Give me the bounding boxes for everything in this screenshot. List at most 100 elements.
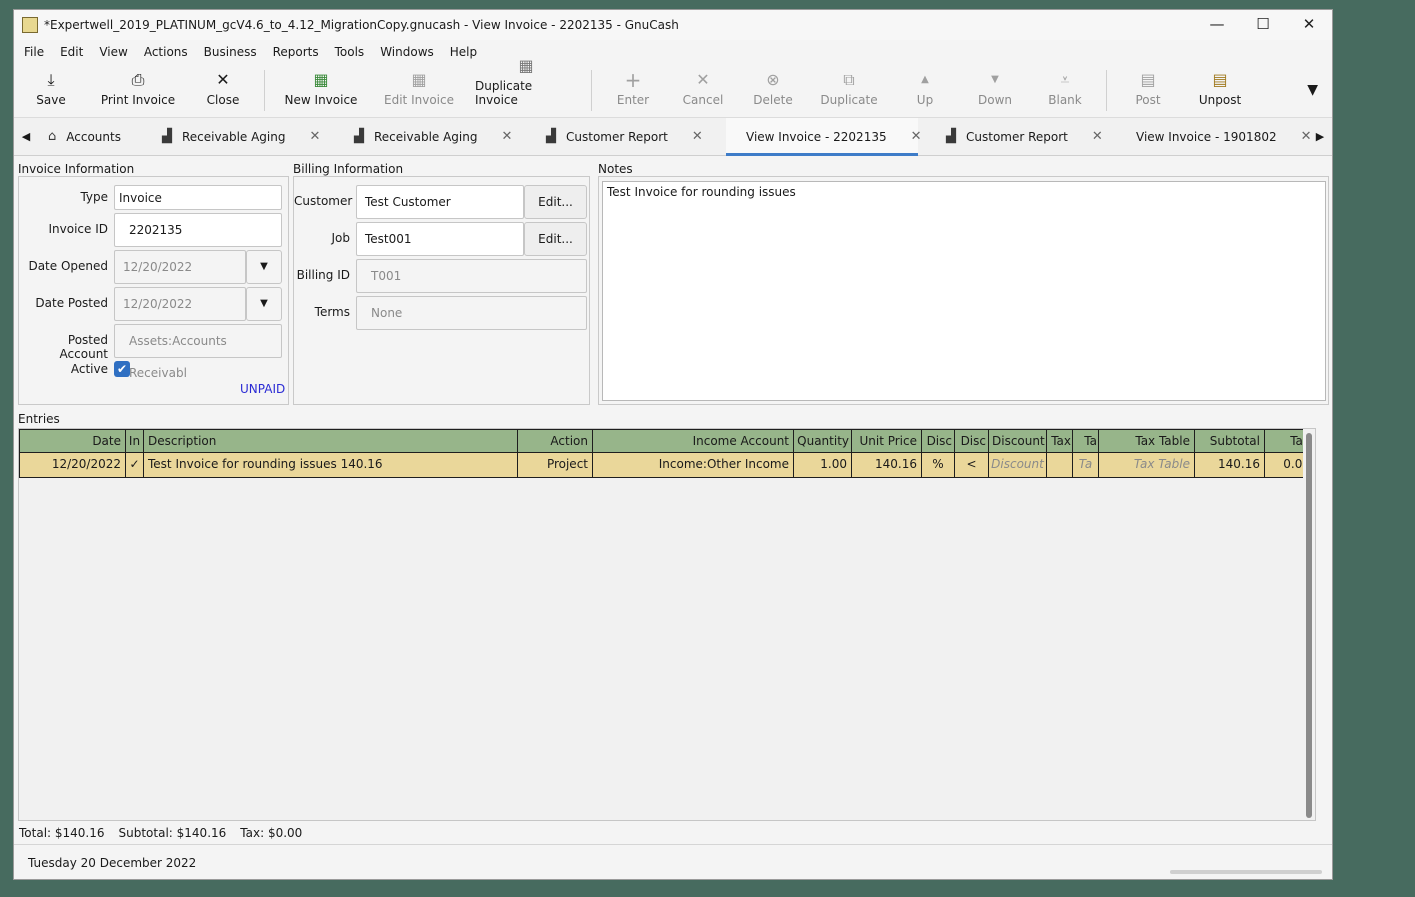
edit-invoice-button[interactable]: ▦ Edit Invoice [371,64,467,117]
menu-edit[interactable]: Edit [52,45,91,59]
entry-subtotal[interactable]: 140.16 [1195,453,1265,477]
tab-close-icon[interactable]: ✕ [309,129,320,144]
posted-account-field[interactable]: Assets:Accounts Receivabl [114,324,282,380]
date-opened-field[interactable]: 12/20/2022 [114,250,246,284]
entry-disc-how[interactable]: < [955,453,989,477]
entry-income-account[interactable]: Income:Other Income [593,453,794,477]
entry-taxable[interactable] [1047,453,1073,477]
menu-view[interactable]: View [91,45,135,59]
col-quantity[interactable]: Quantity [794,430,852,452]
job-field[interactable]: Test001 [356,222,524,256]
customer-field[interactable]: Test Customer [356,185,524,219]
tab-scroll-right-icon[interactable]: ▶ [1308,118,1332,155]
tab-accounts[interactable]: ⌂ Accounts [38,118,152,155]
blank-button[interactable]: ⩡ Blank [1030,64,1100,117]
entry-quantity[interactable]: 1.00 [794,453,852,477]
entry-description[interactable]: Test Invoice for rounding issues 140.16 [144,453,518,477]
tab-close-icon[interactable]: ✕ [692,129,703,144]
tab-close-icon[interactable]: ✕ [1092,129,1103,144]
toolbar-overflow-icon[interactable]: ▼ [1307,82,1318,98]
minimize-button[interactable]: — [1194,10,1240,40]
entry-discount[interactable]: Discount [989,453,1047,477]
tab-customer-report-1[interactable]: ▟ Customer Report ✕ [536,118,726,155]
maximize-button[interactable]: ☐ [1240,10,1286,40]
entries-scrollbar[interactable] [1303,429,1315,820]
tab-scroll-left-icon[interactable]: ◀ [14,118,38,155]
tab-view-invoice-1901802[interactable]: View Invoice - 1901802 ✕ [1110,118,1312,155]
duplicate-invoice-button[interactable]: ▦ Duplicate Invoice [467,56,585,117]
menu-tools[interactable]: Tools [327,45,373,59]
menu-actions[interactable]: Actions [136,45,196,59]
col-tax-table[interactable]: Tax Table [1099,430,1195,452]
billing-id-field[interactable]: T001 [356,259,587,293]
billing-id-label: Billing ID [296,268,350,282]
delete-button[interactable]: ⊗ Delete [738,64,808,117]
terms-field[interactable]: None [356,296,587,330]
terms-label: Terms [314,305,350,319]
edit-job-button[interactable]: Edit... [524,222,587,256]
date-opened-calendar-icon[interactable]: ▼ [246,250,282,284]
up-button[interactable]: ▲ Up [890,64,960,117]
down-button[interactable]: ▼ Down [960,64,1030,117]
menu-file[interactable]: File [16,45,52,59]
tab-close-icon[interactable]: ✕ [1301,129,1312,144]
entry-disc-type[interactable]: % [922,453,955,477]
duplicate-button[interactable]: ⧉ Duplicate [808,64,890,117]
entry-action[interactable]: Project [518,453,593,477]
entry-tax-included[interactable]: Ta [1073,453,1099,477]
toolbar-separator [591,70,592,111]
col-discount[interactable]: Discount [989,430,1047,452]
type-field[interactable]: Invoice [114,185,282,210]
entry-tax-table[interactable]: Tax Table [1099,453,1195,477]
date-posted-calendar-icon[interactable]: ▼ [246,287,282,321]
enter-button[interactable]: + Enter [598,64,668,117]
col-taxable[interactable]: Tax [1047,430,1073,452]
close-window-button[interactable]: ✕ [1286,10,1332,40]
col-action[interactable]: Action [518,430,593,452]
menu-business[interactable]: Business [196,45,265,59]
customer-label: Customer [294,194,353,208]
new-invoice-button[interactable]: ▦ New Invoice [271,64,371,117]
col-income-account[interactable]: Income Account [593,430,794,452]
tab-receivable-aging-1[interactable]: ▟ Receivable Aging ✕ [152,118,344,155]
table-row[interactable]: 12/20/2022 ✓ Test Invoice for rounding i… [19,453,1315,478]
col-disc-how[interactable]: Disc [955,430,989,452]
tab-receivable-aging-2[interactable]: ▟ Receivable Aging ✕ [344,118,536,155]
post-button[interactable]: ▤ Post [1113,64,1183,117]
menu-help[interactable]: Help [442,45,485,59]
menu-windows[interactable]: Windows [372,45,442,59]
col-description[interactable]: Description [144,430,518,452]
title-bar[interactable]: *Expertwell_2019_PLATINUM_gcV4.6_to_4.12… [14,10,1332,40]
edit-invoice-icon: ▦ [411,70,427,89]
col-date[interactable]: Date [20,430,126,452]
x-icon: ✕ [696,70,710,89]
invoice-id-field[interactable]: 2202135 [114,213,282,247]
cancel-button[interactable]: ✕ Cancel [668,64,738,117]
col-unit-price[interactable]: Unit Price [852,430,922,452]
col-tax-included[interactable]: Ta [1073,430,1099,452]
notes-textarea[interactable]: Test Invoice for rounding issues [602,181,1326,401]
tab-close-icon[interactable]: ✕ [501,129,512,144]
scrollbar-thumb[interactable] [1306,433,1312,818]
unpost-button[interactable]: ▤ Unpost [1183,64,1257,117]
col-disc-type[interactable]: Disc [922,430,955,452]
tab-view-invoice-2202135[interactable]: View Invoice - 2202135 ✕ [726,118,922,156]
active-checkbox[interactable]: ✔ [114,361,130,377]
col-subtotal[interactable]: Subtotal [1195,430,1265,452]
save-button[interactable]: ⤓ Save [14,64,88,117]
copy-icon: ⧉ [843,70,855,89]
close-button[interactable]: ✕ Close [188,64,258,117]
menu-reports[interactable]: Reports [265,45,327,59]
total-amount: Total: $140.16 [19,826,105,840]
col-invoiced[interactable]: In [126,430,144,452]
date-posted-field[interactable]: 12/20/2022 [114,287,246,321]
totals-bar: Total: $140.16 Subtotal: $140.16 Tax: $0… [19,826,302,840]
report-icon: ▟ [946,129,956,144]
edit-customer-button[interactable]: Edit... [524,185,587,219]
entry-invoiced[interactable]: ✓ [126,453,144,477]
entry-unit-price[interactable]: 140.16 [852,453,922,477]
print-icon: ⎙ [131,70,145,89]
tab-customer-report-2[interactable]: ▟ Customer Report ✕ [918,118,1110,155]
print-invoice-button[interactable]: ⎙ Print Invoice [88,64,188,117]
entry-date[interactable]: 12/20/2022 [20,453,126,477]
